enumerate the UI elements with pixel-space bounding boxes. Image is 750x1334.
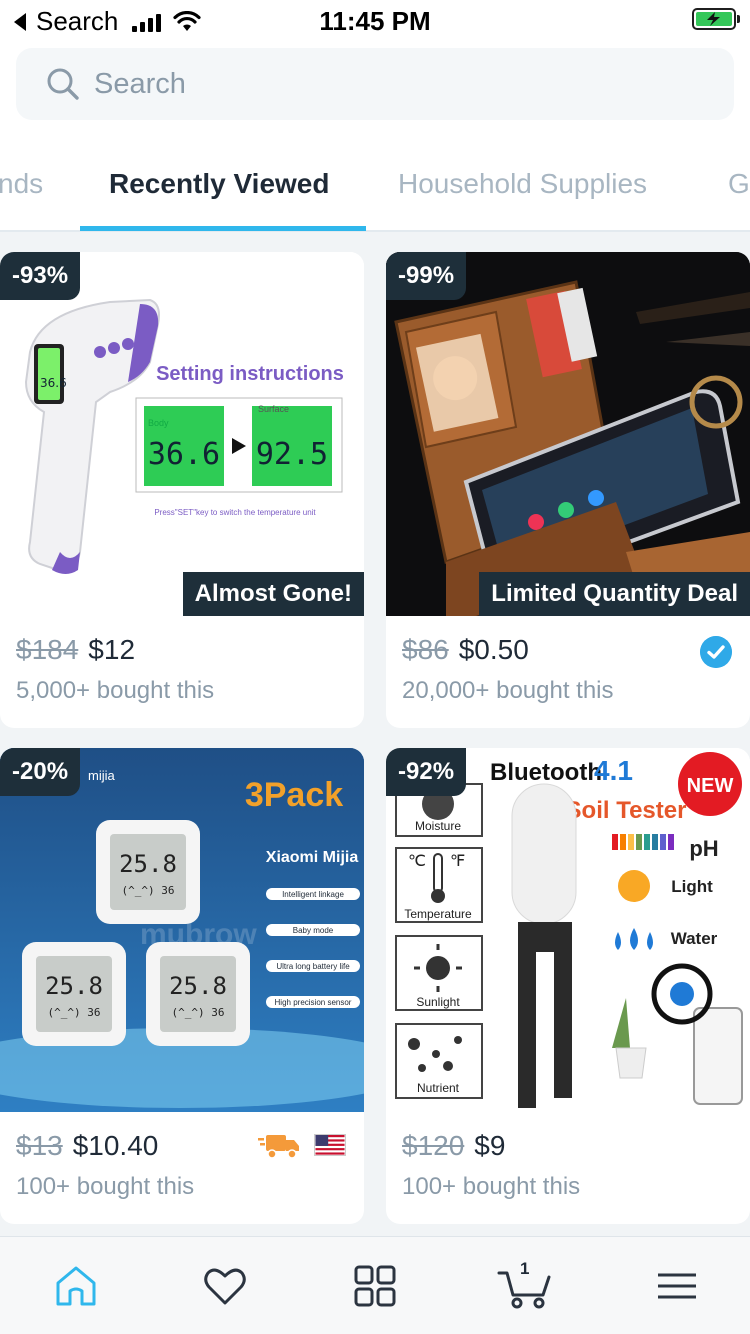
- discount-badge: -99%: [386, 252, 467, 300]
- bottom-nav: 1: [0, 1236, 750, 1334]
- battery-charging-icon: [692, 8, 740, 30]
- product-grid: 36.6 Setting instructions Body Surface 3…: [0, 232, 750, 1236]
- product-image-thermometer[interactable]: 36.6 Setting instructions Body Surface 3…: [0, 252, 364, 616]
- svg-text:36.6: 36.6: [148, 437, 220, 472]
- svg-text:25.8: 25.8: [169, 972, 227, 1000]
- svg-text:Setting instructions: Setting instructions: [156, 363, 344, 385]
- svg-text:mijia: mijia: [88, 768, 115, 783]
- svg-text:NEW: NEW: [687, 775, 734, 797]
- svg-text:25.8: 25.8: [45, 972, 103, 1000]
- cart-count-badge: 1: [520, 1259, 530, 1278]
- svg-text:25.8: 25.8: [119, 850, 177, 878]
- discount-badge: -93%: [0, 252, 81, 300]
- discount-badge: -92%: [386, 748, 467, 796]
- discount-badge: -20%: [0, 748, 81, 796]
- original-price: $13: [16, 1130, 63, 1161]
- product-image-hygrometer[interactable]: mijia 3Pack Xiaomi Mijia Intelligent lin…: [0, 748, 364, 1112]
- svg-text:Ultra long battery life: Ultra long battery life: [276, 962, 350, 971]
- svg-text:(^_^) 36: (^_^) 36: [122, 884, 175, 897]
- svg-text:Intelligent linkage: Intelligent linkage: [282, 890, 344, 899]
- svg-text:Temperature: Temperature: [404, 907, 472, 921]
- svg-text:pH: pH: [689, 836, 718, 861]
- product-image-soil-tester[interactable]: Bluetooth 4.1 NEW Soil Tester Moisture ℃…: [386, 748, 750, 1112]
- purchase-count: 100+ bought this: [402, 1173, 581, 1200]
- search-placeholder: Search: [94, 67, 186, 100]
- svg-text:Light: Light: [671, 877, 713, 896]
- svg-text:℉: ℉: [450, 853, 465, 870]
- sale-price: $12: [88, 634, 136, 665]
- fast-shipping-truck-icon: [258, 1135, 299, 1159]
- svg-text:Water: Water: [671, 929, 718, 948]
- sale-price: $9: [474, 1130, 506, 1161]
- tab-more[interactable]: G: [728, 168, 750, 200]
- svg-text:(^_^) 36: (^_^) 36: [172, 1006, 225, 1019]
- purchase-count: 5,000+ bought this: [16, 677, 215, 704]
- price-row: $86 $0.50: [402, 634, 742, 666]
- product-card[interactable]: mijia 3Pack Xiaomi Mijia Intelligent lin…: [0, 748, 364, 1224]
- price-row: $184 $12: [16, 634, 356, 666]
- product-card[interactable]: -99% Limited Quantity Deal $86 $0.50 20,…: [386, 252, 750, 728]
- product-card[interactable]: 36.6 Setting instructions Body Surface 3…: [0, 252, 364, 728]
- heart-icon[interactable]: [202, 1263, 248, 1309]
- svg-text:(^_^) 36: (^_^) 36: [48, 1006, 101, 1019]
- original-price: $86: [402, 634, 449, 665]
- svg-text:Soil Tester: Soil Tester: [566, 797, 687, 824]
- price-row: $13 $10.40: [16, 1130, 356, 1162]
- svg-text:Sunlight: Sunlight: [416, 995, 460, 1009]
- svg-text:Body: Body: [148, 418, 169, 428]
- hygrometer-illustration: mijia 3Pack Xiaomi Mijia Intelligent lin…: [0, 748, 364, 1112]
- tab-recently-viewed[interactable]: Recently Viewed: [109, 168, 329, 200]
- purchase-count: 20,000+ bought this: [402, 677, 614, 704]
- categories-icon[interactable]: [352, 1263, 398, 1309]
- search-input[interactable]: Search: [16, 48, 734, 120]
- tab-household-supplies[interactable]: Household Supplies: [398, 168, 647, 200]
- soil-tester-illustration: Bluetooth 4.1 NEW Soil Tester Moisture ℃…: [386, 748, 750, 1112]
- svg-text:92.5: 92.5: [256, 437, 328, 472]
- svg-text:Press"SET"key to switch the te: Press"SET"key to switch the temperature …: [154, 508, 316, 517]
- svg-text:Surface: Surface: [258, 404, 289, 414]
- status-bar: Search 11:45 PM: [0, 0, 750, 40]
- svg-text:Xiaomi Mijia: Xiaomi Mijia: [266, 849, 359, 866]
- svg-text:Nutrient: Nutrient: [417, 1081, 460, 1095]
- search-icon: [47, 68, 79, 100]
- sale-price: $10.40: [72, 1130, 159, 1161]
- price-row: $120 $9: [402, 1130, 742, 1162]
- sale-price: $0.50: [458, 634, 529, 665]
- tab-brands[interactable]: nds: [0, 168, 43, 200]
- verified-check-icon: [700, 636, 732, 668]
- active-tab-indicator: [80, 226, 366, 231]
- home-icon[interactable]: [53, 1263, 99, 1309]
- svg-text:36.6: 36.6: [40, 376, 67, 390]
- deal-banner: Limited Quantity Deal: [479, 572, 750, 616]
- svg-text:℃: ℃: [408, 853, 426, 870]
- svg-text:Bluetooth: Bluetooth: [490, 759, 602, 786]
- original-price: $184: [16, 634, 79, 665]
- svg-text:Moisture: Moisture: [415, 819, 461, 833]
- purchase-count: 100+ bought this: [16, 1173, 195, 1200]
- menu-icon[interactable]: [654, 1263, 700, 1309]
- us-flag-icon: [314, 1134, 346, 1156]
- product-image-wallet-case[interactable]: -99% Limited Quantity Deal: [386, 252, 750, 616]
- svg-text:4.1: 4.1: [594, 755, 633, 786]
- svg-text:3Pack: 3Pack: [245, 776, 343, 814]
- deal-banner: Almost Gone!: [182, 572, 364, 616]
- category-tabs: nds Recently Viewed Household Supplies G: [0, 150, 750, 232]
- thermometer-illustration: 36.6 Setting instructions Body Surface 3…: [24, 298, 344, 574]
- wallet-case-illustration: [386, 252, 750, 616]
- svg-text:High precision sensor: High precision sensor: [275, 998, 352, 1007]
- svg-text:Baby mode: Baby mode: [293, 926, 334, 935]
- product-card[interactable]: Bluetooth 4.1 NEW Soil Tester Moisture ℃…: [386, 748, 750, 1224]
- clock: 11:45 PM: [319, 6, 431, 36]
- original-price: $120: [402, 1130, 465, 1161]
